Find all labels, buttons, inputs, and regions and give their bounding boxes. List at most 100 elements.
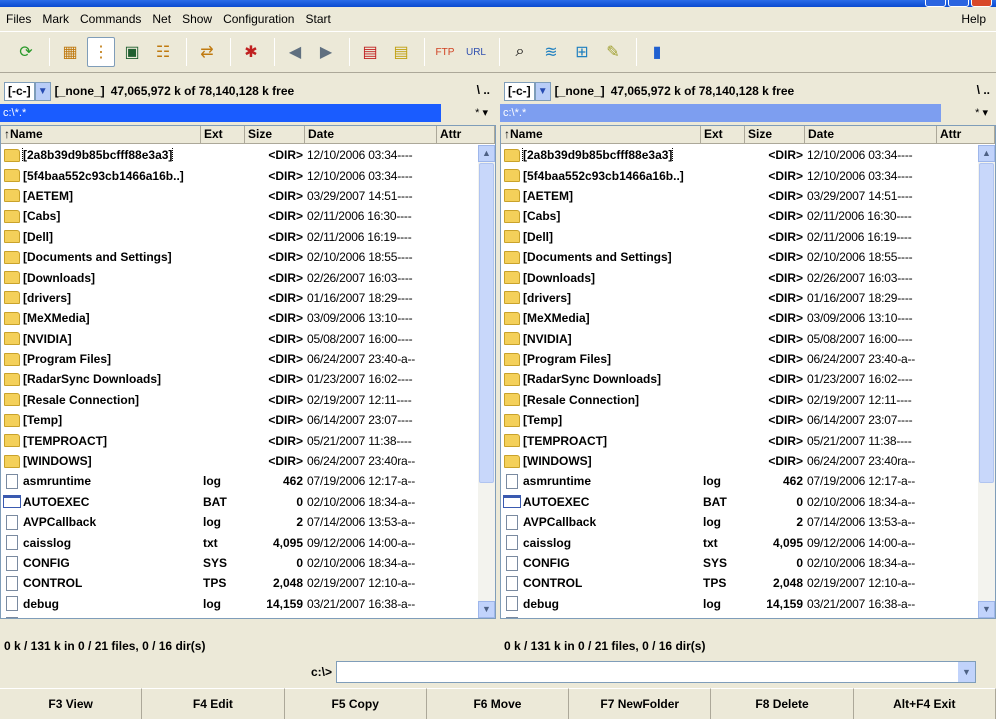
file-row[interactable]: AUTOEXEC BAT 0 02/10/2006 18:34-a-- xyxy=(501,492,978,512)
folder-row[interactable]: [Downloads] <DIR> 02/26/2007 16:03---- xyxy=(501,267,978,287)
vertical-scrollbar[interactable]: ▲ ▼ xyxy=(978,145,995,618)
ftp-connect-icon[interactable]: FTP xyxy=(431,37,459,67)
chevron-down-icon[interactable]: ▼ xyxy=(34,81,51,101)
notepad-icon[interactable]: ▮ xyxy=(643,37,671,67)
current-path[interactable]: c:\*.* xyxy=(500,103,941,122)
search-icon[interactable]: ⌕ xyxy=(506,37,534,67)
unpack-icon[interactable]: ▤ xyxy=(356,37,384,67)
file-row[interactable]: CONTROL TPS 2,048 02/19/2007 12:10-a-- xyxy=(1,573,478,593)
folder-row[interactable]: [drivers] <DIR> 01/16/2007 18:29---- xyxy=(1,288,478,308)
scroll-up-icon[interactable]: ▲ xyxy=(978,145,995,162)
menu-net[interactable]: Net xyxy=(152,12,171,26)
f3-view-button[interactable]: F3 View xyxy=(0,688,143,719)
zip-icon[interactable]: ▤ xyxy=(387,37,415,67)
file-list[interactable]: ↑Name Ext Size Date Attr [2a8b39d9b85bcf… xyxy=(500,125,996,619)
url-connect-icon[interactable]: URL xyxy=(462,37,490,67)
folder-row[interactable]: [Program Files] <DIR> 06/24/2007 23:40-a-- xyxy=(1,349,478,369)
vertical-scrollbar[interactable]: ▲ ▼ xyxy=(478,145,495,618)
folder-row[interactable]: [WINDOWS] <DIR> 06/24/2007 23:40ra-- xyxy=(1,451,478,471)
chevron-down-icon[interactable]: ▼ xyxy=(958,662,975,682)
folder-row[interactable]: [Dell] <DIR> 02/11/2006 16:19---- xyxy=(1,227,478,247)
drive-select[interactable]: [-c-] xyxy=(4,81,35,101)
file-row[interactable]: caisslog txt 4,095 09/12/2006 14:00-a-- xyxy=(501,532,978,552)
folder-row[interactable]: [RadarSync Downloads] <DIR> 01/23/2007 16:… xyxy=(501,369,978,389)
maximize-button[interactable] xyxy=(948,0,969,7)
folder-row[interactable]: [MeXMedia] <DIR> 03/09/2006 13:10---- xyxy=(501,308,978,328)
menu-configuration[interactable]: Configuration xyxy=(223,12,294,26)
folder-row[interactable]: [5f4baa552c93cb1466a16b..] <DIR> 12/10/200… xyxy=(1,165,478,185)
folder-row[interactable]: [Resale Connection] <DIR> 02/19/2007 12:11… xyxy=(501,390,978,410)
f7-newfolder-button[interactable]: F7 NewFolder xyxy=(569,688,712,719)
file-row[interactable]: AVPCallback log 2 07/14/2006 13:53-a-- xyxy=(1,512,478,532)
folder-row[interactable]: [TEMPROACT] <DIR> 05/21/2007 11:38---- xyxy=(501,430,978,450)
folder-row[interactable]: [2a8b39d9b85bcfff88e3a3] <DIR> 12/10/2006 … xyxy=(1,145,478,165)
menu-files[interactable]: Files xyxy=(6,12,31,26)
file-row[interactable]: asmruntime log 462 07/19/2006 12:17-a-- xyxy=(501,471,978,491)
folder-row[interactable]: [Cabs] <DIR> 02/11/2006 16:30---- xyxy=(501,206,978,226)
close-button[interactable] xyxy=(971,0,992,7)
file-row[interactable]: debug log 14,159 03/21/2007 16:38-a-- xyxy=(1,594,478,614)
col-attr[interactable]: Attr xyxy=(937,126,995,143)
brief-view-icon[interactable]: ▦ xyxy=(56,37,84,67)
folder-row[interactable]: [TEMPROACT] <DIR> 05/21/2007 11:38---- xyxy=(1,430,478,450)
multi-rename-icon[interactable]: ≋ xyxy=(537,37,565,67)
f6-move-button[interactable]: F6 Move xyxy=(426,688,570,719)
folder-row[interactable]: [Downloads] <DIR> 02/26/2007 16:03---- xyxy=(1,267,478,287)
command-input[interactable]: ▼ xyxy=(336,661,976,683)
folder-row[interactable]: [Documents and Settings] <DIR> 02/10/2006 … xyxy=(1,247,478,267)
folder-row[interactable]: [Temp] <DIR> 06/14/2007 23:07---- xyxy=(1,410,478,430)
pack-files-icon[interactable]: ✱ xyxy=(237,37,265,67)
file-row[interactable]: dlcj log4,33805/08/2007 16:12-a-- xyxy=(1,614,478,618)
editor-icon[interactable]: ✎ xyxy=(599,37,627,67)
chevron-down-icon[interactable]: ▼ xyxy=(534,81,551,101)
menu-show[interactable]: Show xyxy=(182,12,212,26)
current-path[interactable]: c:\*.* xyxy=(0,103,441,122)
drive-select[interactable]: [-c-] xyxy=(504,81,535,101)
col-date[interactable]: Date xyxy=(805,126,937,143)
file-row[interactable]: asmruntime log 462 07/19/2006 12:17-a-- xyxy=(1,471,478,491)
folder-row[interactable]: [Program Files] <DIR> 06/24/2007 23:40-a-- xyxy=(501,349,978,369)
root-parent-buttons[interactable]: \ .. xyxy=(977,83,990,97)
f8-delete-button[interactable]: F8 Delete xyxy=(711,688,854,719)
menu-mark[interactable]: Mark xyxy=(42,12,69,26)
menu-commands[interactable]: Commands xyxy=(80,12,141,26)
scroll-thumb[interactable] xyxy=(479,163,494,483)
file-row[interactable]: CONFIG SYS 0 02/10/2006 18:34-a-- xyxy=(1,553,478,573)
scroll-down-icon[interactable]: ▼ xyxy=(978,601,995,618)
sync-dirs-icon[interactable]: ⊞ xyxy=(568,37,596,67)
history-dropdown[interactable]: * ▾ xyxy=(941,106,996,119)
col-date[interactable]: Date xyxy=(305,126,437,143)
menu-start[interactable]: Start xyxy=(305,12,330,26)
col-size[interactable]: Size xyxy=(745,126,805,143)
folder-row[interactable]: [NVIDIA] <DIR> 05/08/2007 16:00---- xyxy=(501,329,978,349)
history-dropdown[interactable]: * ▾ xyxy=(441,106,496,119)
scroll-thumb[interactable] xyxy=(979,163,994,483)
folder-row[interactable]: [Cabs] <DIR> 02/11/2006 16:30---- xyxy=(1,206,478,226)
file-list[interactable]: ↑Name Ext Size Date Attr [2a8b39d9b85bcf… xyxy=(0,125,496,619)
folder-row[interactable]: [WINDOWS] <DIR> 06/24/2007 23:40ra-- xyxy=(501,451,978,471)
thumbnails-icon[interactable]: ▣ xyxy=(118,37,146,67)
f5-copy-button[interactable]: F5 Copy xyxy=(284,688,427,719)
back-icon[interactable]: ◀ xyxy=(281,37,309,67)
folder-row[interactable]: [Dell] <DIR> 02/11/2006 16:19---- xyxy=(501,227,978,247)
forward-icon[interactable]: ▶ xyxy=(312,37,340,67)
minimize-button[interactable] xyxy=(925,0,946,7)
file-row[interactable]: AUTOEXEC BAT 0 02/10/2006 18:34-a-- xyxy=(1,492,478,512)
folder-row[interactable]: [AETEM] <DIR> 03/29/2007 14:51---- xyxy=(501,186,978,206)
file-row[interactable]: dlcj log4,33805/08/2007 16:12-a-- xyxy=(501,614,978,618)
folder-row[interactable]: [RadarSync Downloads] <DIR> 01/23/2007 16:… xyxy=(1,369,478,389)
file-row[interactable]: caisslog txt 4,095 09/12/2006 14:00-a-- xyxy=(1,532,478,552)
scroll-up-icon[interactable]: ▲ xyxy=(478,145,495,162)
folder-row[interactable]: [5f4baa552c93cb1466a16b..] <DIR> 12/10/200… xyxy=(501,165,978,185)
file-row[interactable]: debug log 14,159 03/21/2007 16:38-a-- xyxy=(501,594,978,614)
folder-row[interactable]: [MeXMedia] <DIR> 03/09/2006 13:10---- xyxy=(1,308,478,328)
col-attr[interactable]: Attr xyxy=(437,126,495,143)
menu-help[interactable]: Help xyxy=(961,12,986,26)
scroll-down-icon[interactable]: ▼ xyxy=(478,601,495,618)
root-parent-buttons[interactable]: \ .. xyxy=(477,83,490,97)
folder-row[interactable]: [Temp] <DIR> 06/14/2007 23:07---- xyxy=(501,410,978,430)
file-row[interactable]: AVPCallback log 2 07/14/2006 13:53-a-- xyxy=(501,512,978,532)
file-row[interactable]: CONFIG SYS 0 02/10/2006 18:34-a-- xyxy=(501,553,978,573)
folder-row[interactable]: [NVIDIA] <DIR> 05/08/2007 16:00---- xyxy=(1,329,478,349)
col-size[interactable]: Size xyxy=(245,126,305,143)
